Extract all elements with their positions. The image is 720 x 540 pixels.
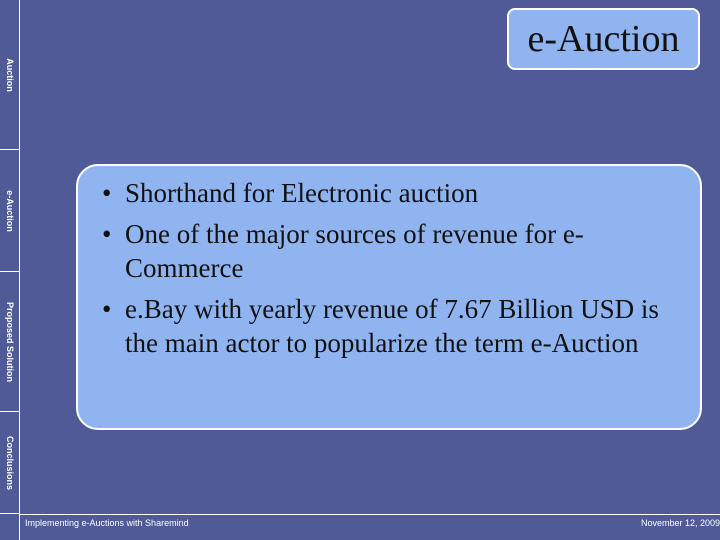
sidebar-item-label: e-Auction <box>4 189 15 232</box>
footer-title: Implementing e-Auctions with Sharemind <box>25 518 189 528</box>
sidebar-item-proposed-solution[interactable]: Proposed Solution <box>0 272 19 412</box>
sidebar-item-label: Conclusions <box>4 435 15 490</box>
list-item: • e.Bay with yearly revenue of 7.67 Bill… <box>100 292 674 360</box>
bullet-text: e.Bay with yearly revenue of 7.67 Billio… <box>125 294 659 358</box>
bullet-icon: • <box>102 178 112 208</box>
sidebar-item-auction[interactable]: Auction <box>0 0 19 150</box>
slide-title-box: e-Auction <box>507 8 700 70</box>
bullet-icon: • <box>102 294 112 324</box>
footer-divider <box>19 514 720 515</box>
list-item: • Shorthand for Electronic auction <box>100 176 674 210</box>
bullet-text: Shorthand for Electronic auction <box>125 178 479 208</box>
bullet-text: One of the major sources of revenue for … <box>125 219 584 283</box>
section-sidebar: Auction e-Auction Proposed Solution Conc… <box>0 0 20 540</box>
sidebar-item-conclusions[interactable]: Conclusions <box>0 412 19 514</box>
bullet-list: • Shorthand for Electronic auction • One… <box>100 176 674 360</box>
list-item: • One of the major sources of revenue fo… <box>100 217 674 285</box>
content-box: • Shorthand for Electronic auction • One… <box>76 164 702 430</box>
slide-title: e-Auction <box>527 18 680 60</box>
sidebar-item-label: Proposed Solution <box>4 301 15 382</box>
bullet-icon: • <box>102 219 112 249</box>
footer-date: November 12, 2009 <box>641 518 720 528</box>
sidebar-item-e-auction[interactable]: e-Auction <box>0 150 19 272</box>
sidebar-item-label: Auction <box>4 57 15 92</box>
